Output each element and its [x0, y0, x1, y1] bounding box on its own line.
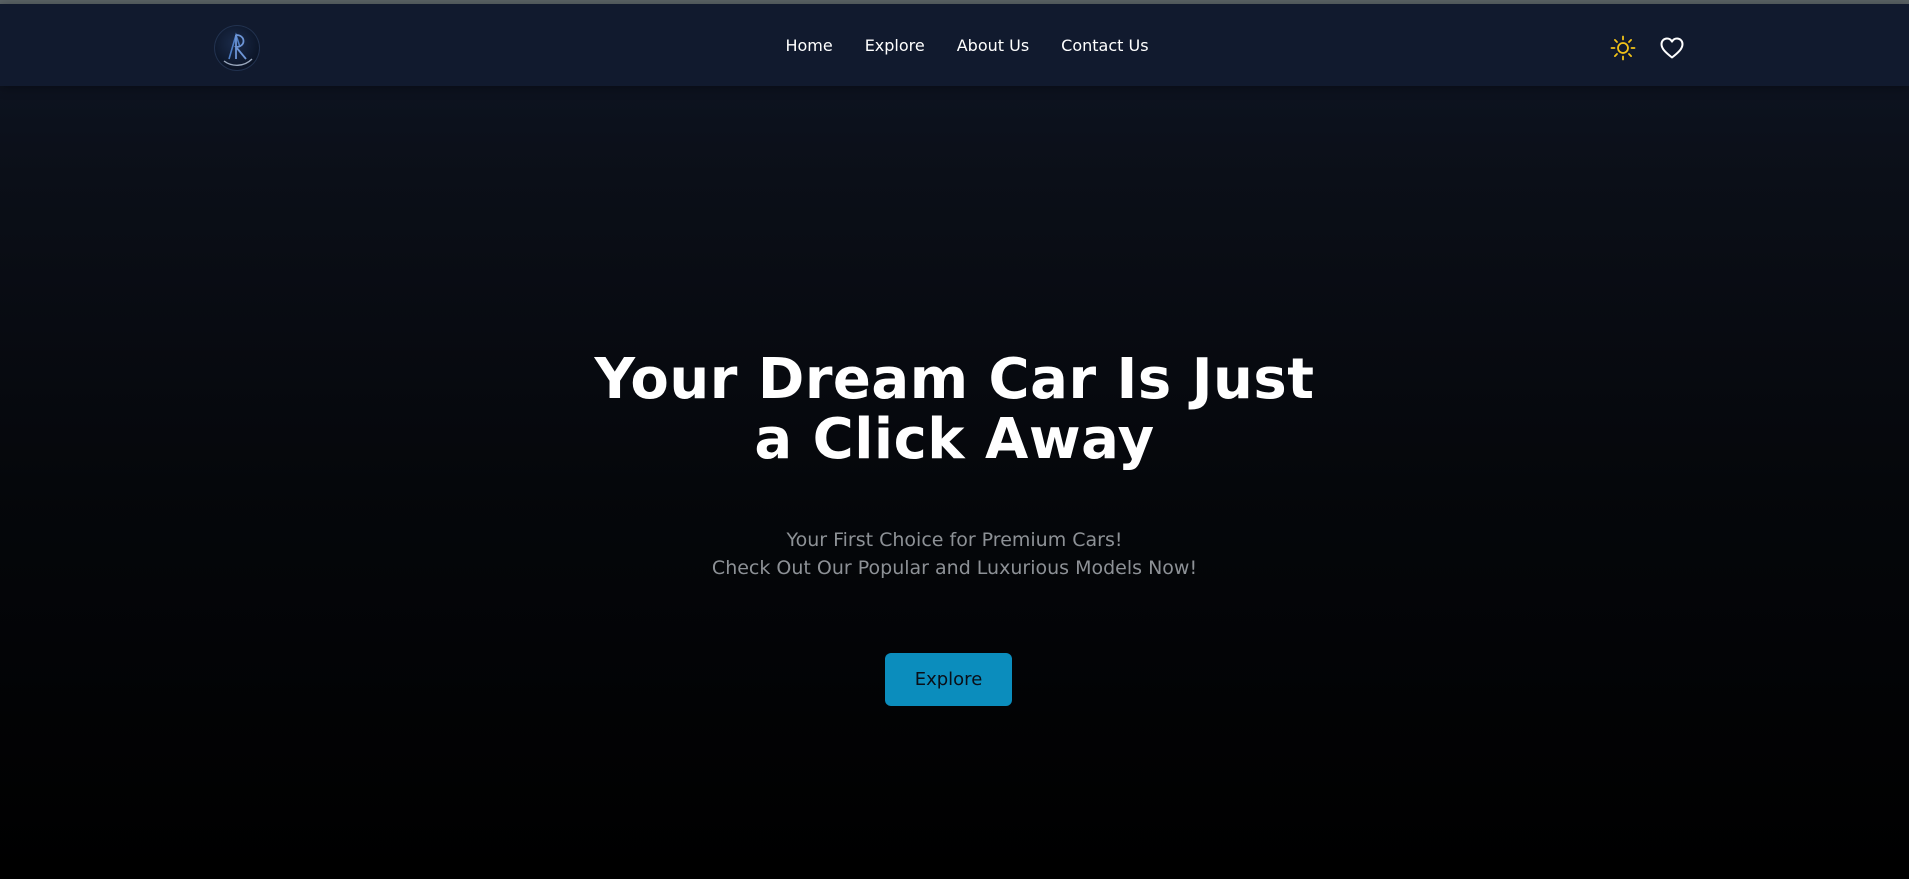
navbar: Home Explore About Us Contact Us	[0, 4, 1909, 86]
nav-home[interactable]: Home	[785, 36, 832, 55]
nav-explore[interactable]: Explore	[865, 36, 925, 55]
hero-subtitle-line-1: Your First Choice for Premium Cars!	[786, 529, 1123, 551]
hero-subtitle-line-2: Check Out Our Popular and Luxurious Mode…	[711, 557, 1198, 579]
sun-icon[interactable]	[1610, 35, 1636, 61]
nav-about-us[interactable]: About Us	[957, 36, 1029, 55]
hero-title: Your Dream Car Is Just a Click Away	[594, 347, 1315, 472]
explore-button[interactable]: Explore	[885, 653, 1012, 706]
hero-section: Your Dream Car Is Just a Click Away Your…	[0, 350, 1909, 582]
nav-contact-us[interactable]: Contact Us	[1061, 36, 1148, 55]
hero-subtitle: Your First Choice for Premium Cars! Chec…	[0, 526, 1909, 582]
heart-icon[interactable]	[1659, 36, 1685, 60]
